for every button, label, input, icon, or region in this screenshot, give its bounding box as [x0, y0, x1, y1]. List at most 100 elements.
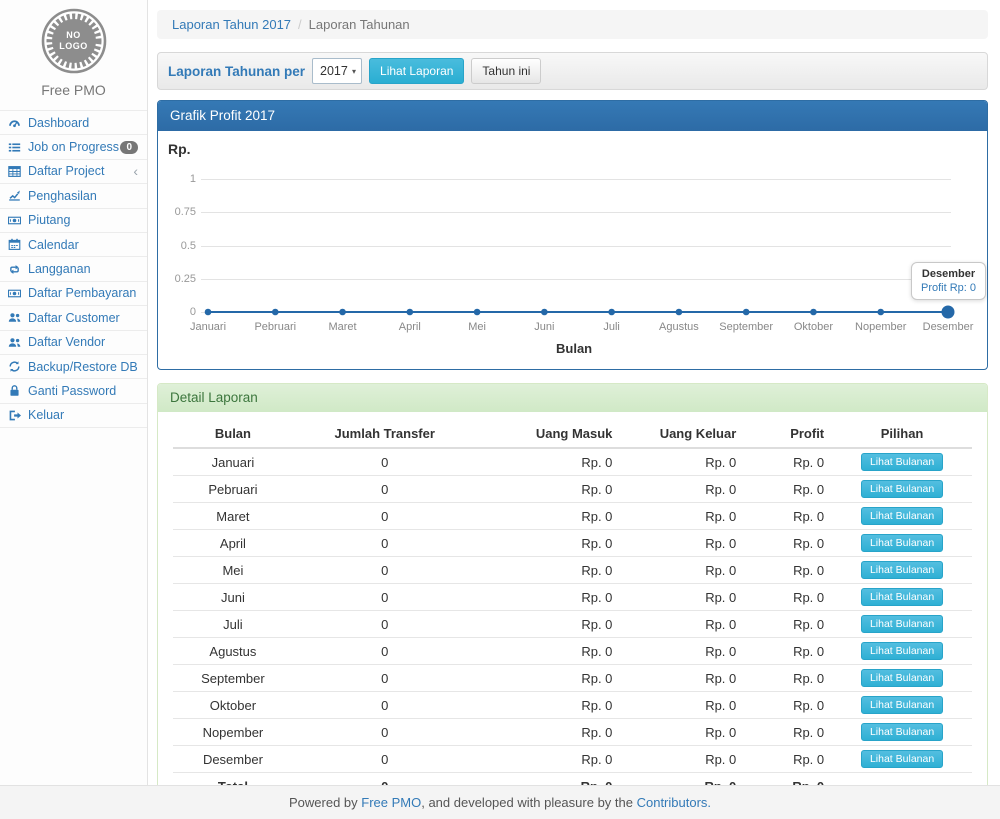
- detail-panel-body: BulanJumlah TransferUang MasukUang Kelua…: [158, 412, 987, 812]
- cell: Rp. 0: [477, 530, 621, 557]
- sidebar-item-daftar-customer[interactable]: Daftar Customer: [0, 306, 147, 330]
- cell: 0: [293, 557, 477, 584]
- data-point-pebruari[interactable]: [272, 309, 279, 316]
- data-point-september[interactable]: [743, 309, 750, 316]
- sidebar-item-keluar[interactable]: Keluar: [0, 404, 147, 428]
- year-filter-bar: Laporan Tahunan per 2017 ▾ Lihat Laporan…: [157, 52, 988, 90]
- breadcrumb-separator: /: [298, 17, 302, 32]
- this-year-button[interactable]: Tahun ini: [471, 58, 541, 84]
- view-monthly-button[interactable]: Lihat Bulanan: [861, 669, 943, 687]
- sidebar-item-label: Ganti Password: [28, 384, 116, 398]
- view-monthly-button[interactable]: Lihat Bulanan: [861, 453, 943, 471]
- filter-label: Laporan Tahunan per: [168, 64, 305, 79]
- view-monthly-button[interactable]: Lihat Bulanan: [861, 588, 943, 606]
- cell: Pebruari: [173, 476, 293, 503]
- data-point-oktober[interactable]: [810, 309, 817, 316]
- data-point-mei[interactable]: [474, 309, 481, 316]
- cell: Rp. 0: [620, 746, 744, 773]
- cell: Rp. 0: [620, 665, 744, 692]
- footer-link-freepmo[interactable]: Free PMO: [361, 795, 421, 810]
- sidebar-item-label: Calendar: [28, 238, 79, 252]
- sidebar-item-daftar-pembayaran[interactable]: Daftar Pembayaran: [0, 282, 147, 306]
- table-row: Desember0Rp. 0Rp. 0Rp. 0Lihat Bulanan: [173, 746, 972, 773]
- data-point-desember[interactable]: [942, 306, 955, 319]
- cell: September: [173, 665, 293, 692]
- dashboard-icon: [8, 116, 24, 129]
- cell: Rp. 0: [744, 746, 832, 773]
- sidebar-item-langganan[interactable]: Langganan: [0, 257, 147, 281]
- cell: Januari: [173, 448, 293, 476]
- table-icon: [8, 165, 24, 178]
- table-row: Januari0Rp. 0Rp. 0Rp. 0Lihat Bulanan: [173, 448, 972, 476]
- data-point-nopember[interactable]: [877, 309, 884, 316]
- profit-line-series: [158, 131, 987, 369]
- lock-icon: [8, 384, 24, 397]
- sidebar-item-label: Job on Progress: [28, 140, 119, 154]
- cell: Rp. 0: [744, 530, 832, 557]
- view-monthly-button[interactable]: Lihat Bulanan: [861, 642, 943, 660]
- cell: Rp. 0: [477, 584, 621, 611]
- breadcrumb-current: Laporan Tahunan: [309, 17, 410, 32]
- chart-panel-title: Grafik Profit 2017: [158, 101, 987, 131]
- view-monthly-button[interactable]: Lihat Bulanan: [861, 615, 943, 633]
- breadcrumb-link[interactable]: Laporan Tahun 2017: [172, 17, 291, 32]
- table-row: Juli0Rp. 0Rp. 0Rp. 0Lihat Bulanan: [173, 611, 972, 638]
- sidebar-item-piutang[interactable]: Piutang: [0, 209, 147, 233]
- tooltip-value: Profit Rp: 0: [921, 282, 976, 294]
- view-report-button[interactable]: Lihat Laporan: [369, 58, 464, 84]
- cell: Rp. 0: [620, 611, 744, 638]
- table-row: Nopember0Rp. 0Rp. 0Rp. 0Lihat Bulanan: [173, 719, 972, 746]
- footer-text-middle: , and developed with pleasure by the: [421, 795, 636, 810]
- sidebar-item-ganti-password[interactable]: Ganti Password: [0, 379, 147, 403]
- view-monthly-button[interactable]: Lihat Bulanan: [861, 561, 943, 579]
- data-point-januari[interactable]: [205, 309, 212, 316]
- cell: 0: [293, 638, 477, 665]
- sidebar-item-penghasilan[interactable]: Penghasilan: [0, 184, 147, 208]
- sidebar-item-label: Daftar Project: [28, 164, 104, 178]
- view-monthly-button[interactable]: Lihat Bulanan: [861, 507, 943, 525]
- x-tick-label: Desember: [908, 321, 988, 333]
- cell: Rp. 0: [744, 638, 832, 665]
- table-row: Maret0Rp. 0Rp. 0Rp. 0Lihat Bulanan: [173, 503, 972, 530]
- sidebar-item-label: Dashboard: [28, 116, 89, 130]
- data-point-juli[interactable]: [608, 309, 615, 316]
- data-point-april[interactable]: [407, 309, 414, 316]
- cell: Rp. 0: [477, 719, 621, 746]
- data-point-agustus[interactable]: [676, 309, 683, 316]
- cell: Rp. 0: [477, 692, 621, 719]
- logo-line1: NO: [66, 30, 81, 41]
- data-point-juni[interactable]: [541, 309, 548, 316]
- view-monthly-button[interactable]: Lihat Bulanan: [861, 723, 943, 741]
- cell-action: Lihat Bulanan: [832, 557, 972, 584]
- data-point-maret[interactable]: [339, 309, 346, 316]
- view-monthly-button[interactable]: Lihat Bulanan: [861, 696, 943, 714]
- cell: Rp. 0: [477, 557, 621, 584]
- sidebar-item-daftar-project[interactable]: Daftar Project‹: [0, 160, 147, 184]
- sidebar-item-label: Daftar Customer: [28, 311, 120, 325]
- sidebar-item-backup-restore-db[interactable]: Backup/Restore DB: [0, 355, 147, 379]
- sidebar-item-calendar[interactable]: Calendar: [0, 233, 147, 257]
- cell: Rp. 0: [744, 584, 832, 611]
- table-row: Oktober0Rp. 0Rp. 0Rp. 0Lihat Bulanan: [173, 692, 972, 719]
- table-row: Juni0Rp. 0Rp. 0Rp. 0Lihat Bulanan: [173, 584, 972, 611]
- cell-action: Lihat Bulanan: [832, 746, 972, 773]
- sidebar-item-dashboard[interactable]: Dashboard: [0, 111, 147, 135]
- sidebar-item-daftar-vendor[interactable]: Daftar Vendor: [0, 331, 147, 355]
- year-select[interactable]: 2017 ▾: [312, 58, 362, 84]
- cell: 0: [293, 503, 477, 530]
- view-monthly-button[interactable]: Lihat Bulanan: [861, 534, 943, 552]
- sidebar-item-job-on-progress[interactable]: Job on Progress0: [0, 135, 147, 159]
- cell: Mei: [173, 557, 293, 584]
- money-icon: [8, 287, 24, 300]
- col-header-pilihan: Pilihan: [832, 420, 972, 448]
- cell: Rp. 0: [620, 638, 744, 665]
- cell: 0: [293, 476, 477, 503]
- col-header-jumlah-transfer: Jumlah Transfer: [293, 420, 477, 448]
- view-monthly-button[interactable]: Lihat Bulanan: [861, 480, 943, 498]
- cell: 0: [293, 448, 477, 476]
- cell-action: Lihat Bulanan: [832, 503, 972, 530]
- table-row: Mei0Rp. 0Rp. 0Rp. 0Lihat Bulanan: [173, 557, 972, 584]
- footer-link-contributors[interactable]: Contributors.: [637, 795, 711, 810]
- cell-action: Lihat Bulanan: [832, 476, 972, 503]
- view-monthly-button[interactable]: Lihat Bulanan: [861, 750, 943, 768]
